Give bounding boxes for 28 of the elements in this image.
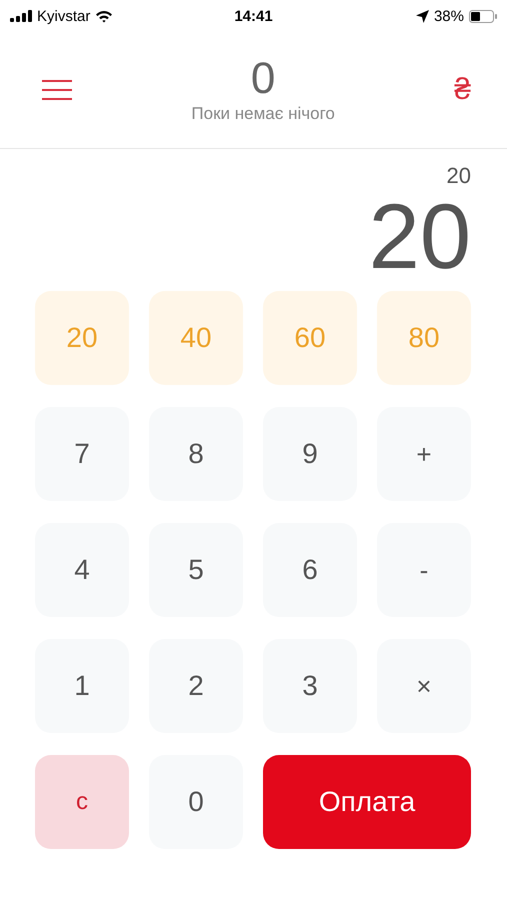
digit-key[interactable]: 2 — [149, 639, 243, 733]
result-amount: 20 — [368, 191, 471, 283]
empty-order-text: Поки немає нічого — [191, 104, 335, 124]
pay-button[interactable]: Оплата — [263, 755, 471, 849]
order-total: 0 — [250, 56, 276, 102]
clear-key[interactable]: c — [35, 755, 129, 849]
clock-time: 14:41 — [234, 8, 273, 24]
battery-percentage: 38% — [434, 8, 464, 24]
digit-key[interactable]: 5 — [149, 523, 243, 617]
digit-key[interactable]: 7 — [35, 407, 129, 501]
digit-key[interactable]: 1 — [35, 639, 129, 733]
digit-key[interactable]: 6 — [263, 523, 357, 617]
battery-icon — [469, 10, 497, 22]
operator-key[interactable]: + — [377, 407, 471, 501]
carrier-name: Kyivstar — [37, 8, 90, 24]
location-arrow-icon — [416, 10, 429, 22]
currency-button[interactable]: ₴ — [454, 73, 471, 107]
digit-key[interactable]: 9 — [263, 407, 357, 501]
operator-key[interactable]: - — [377, 523, 471, 617]
digit-key[interactable]: 4 — [35, 523, 129, 617]
digit-key[interactable]: 8 — [149, 407, 243, 501]
digit-key[interactable]: 3 — [263, 639, 357, 733]
expression-text: 20 — [446, 163, 471, 189]
signal-icon — [10, 10, 32, 22]
wifi-icon — [95, 10, 114, 22]
digit-key[interactable]: 0 — [149, 755, 243, 849]
operator-key[interactable]: × — [377, 639, 471, 733]
menu-button[interactable] — [42, 79, 72, 101]
